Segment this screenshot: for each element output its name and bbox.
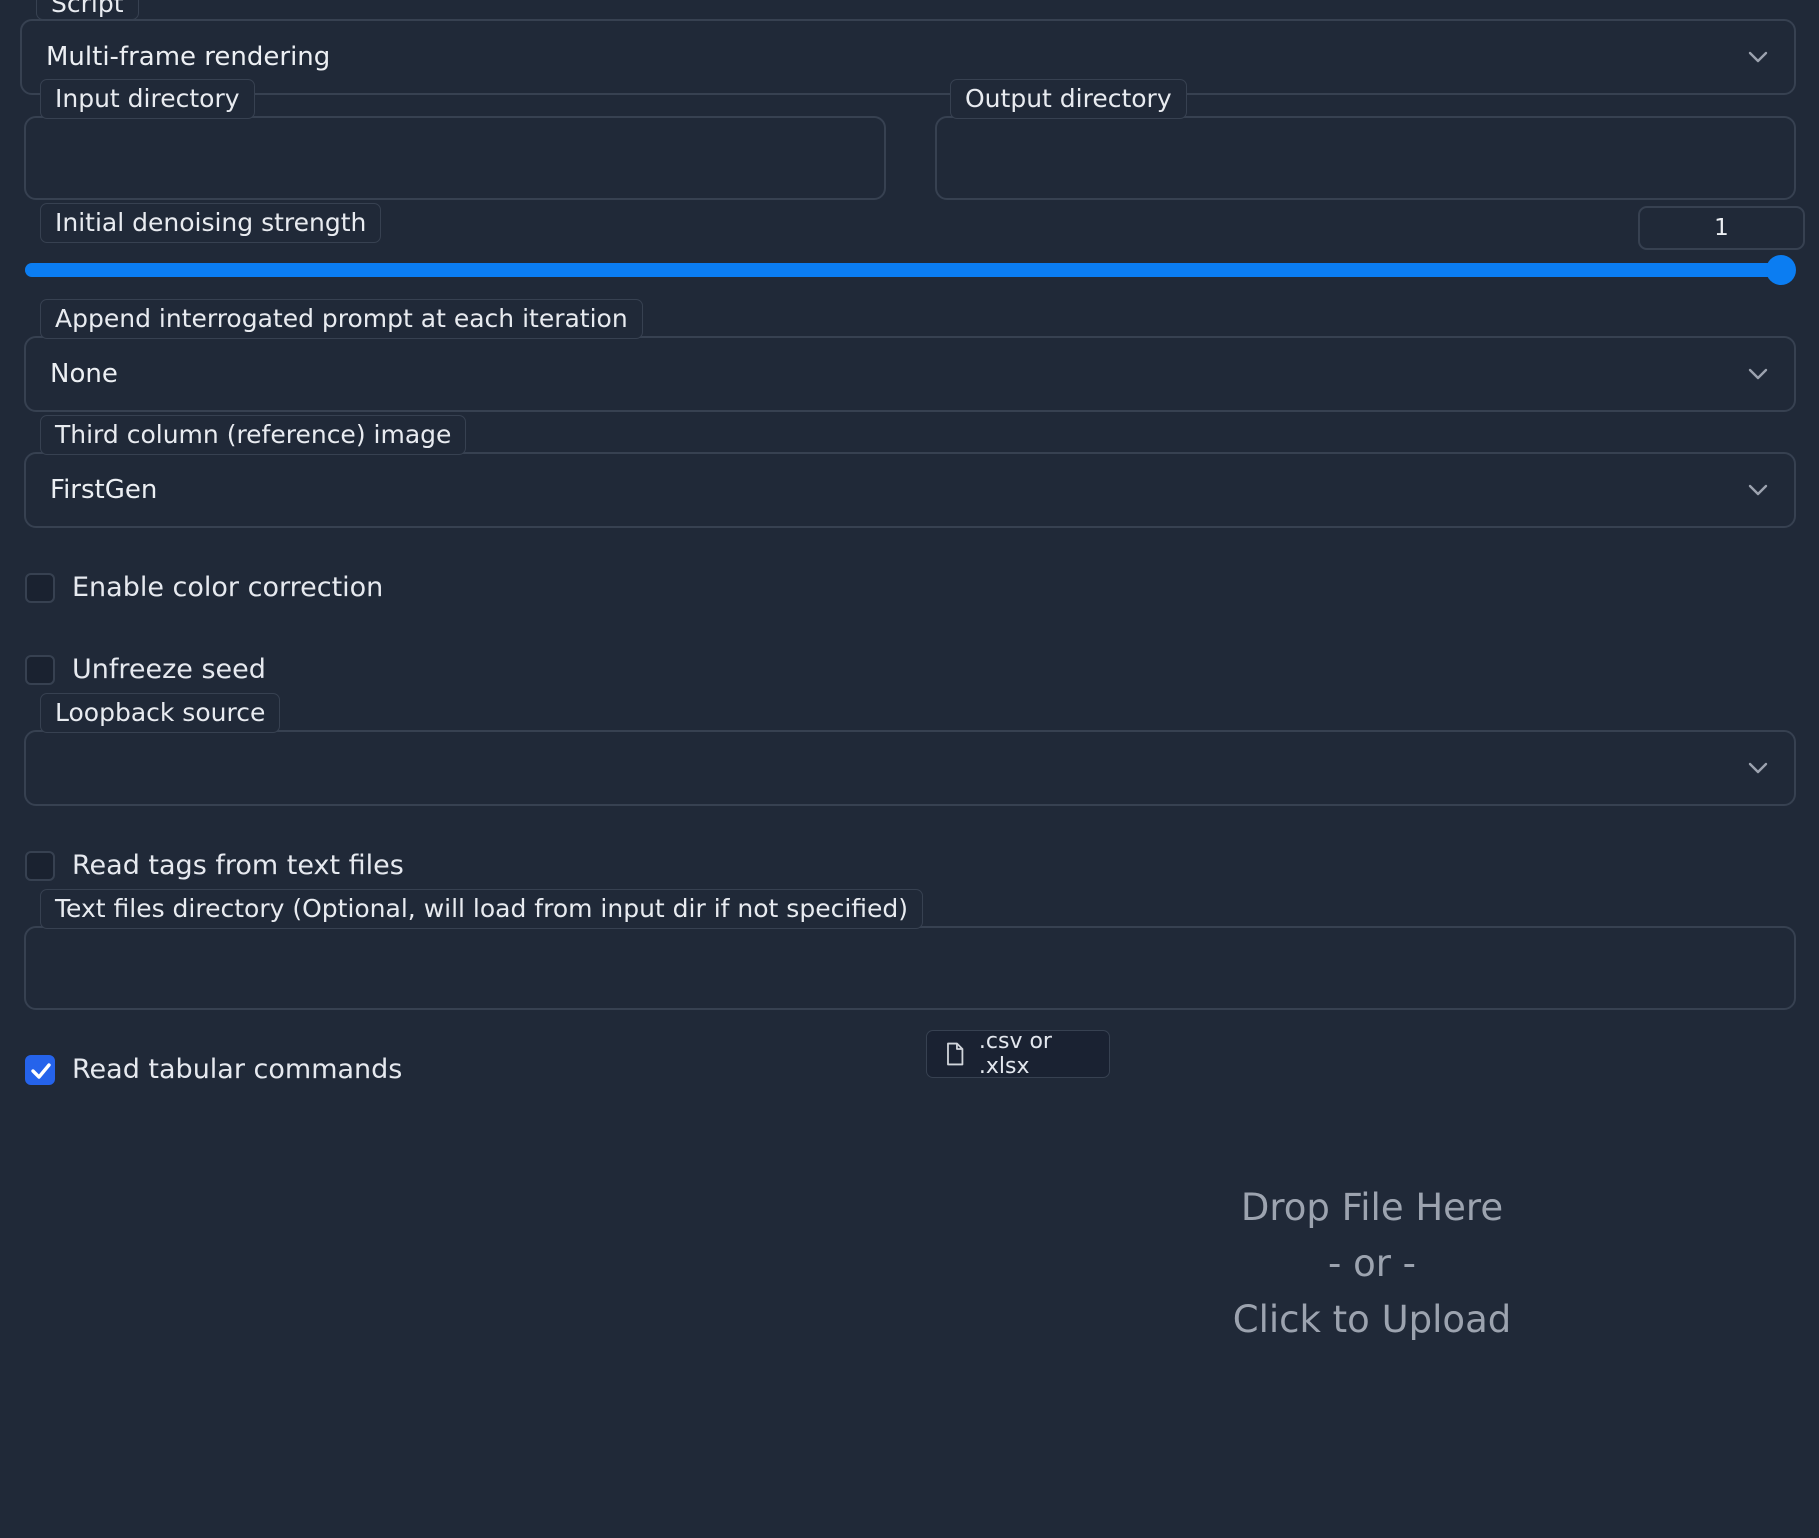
read-tags-checkbox[interactable] [25, 851, 55, 881]
denoising-label: Initial denoising strength [40, 203, 382, 243]
denoising-slider-thumb[interactable] [1766, 255, 1796, 285]
reference-image-label: Third column (reference) image [40, 415, 467, 455]
script-select[interactable]: Multi-frame rendering [20, 19, 1796, 95]
text-files-dir-label: Text files directory (Optional, will loa… [40, 889, 924, 929]
denoising-slider[interactable] [25, 255, 1796, 285]
file-icon [947, 1042, 964, 1066]
loopback-source-select[interactable] [24, 730, 1796, 806]
checkmark-icon [31, 1063, 51, 1079]
chevron-down-icon [1748, 51, 1768, 63]
chevron-down-icon [1748, 762, 1768, 774]
reference-image-select[interactable]: FirstGen [24, 452, 1796, 528]
file-type-badge: .csv or .xlsx [926, 1029, 1110, 1079]
read-tags-label[interactable]: Read tags from text files [72, 849, 404, 883]
reference-image-value: FirstGen [50, 475, 158, 505]
output-directory-field[interactable] [935, 116, 1796, 200]
file-type-text: .csv or .xlsx [978, 1029, 1052, 1079]
append-prompt-value: None [50, 359, 118, 389]
tabular-commands-label[interactable]: Read tabular commands [72, 1053, 402, 1087]
tabular-commands-checkbox[interactable] [25, 1055, 55, 1085]
unfreeze-seed-checkbox[interactable] [25, 655, 55, 685]
page: Script Multi-frame rendering Input direc… [0, 0, 1819, 1538]
append-prompt-label: Append interrogated prompt at each itera… [40, 299, 643, 339]
output-directory-label: Output directory [950, 79, 1187, 119]
input-directory-label: Input directory [40, 79, 255, 119]
loopback-source-label: Loopback source [40, 693, 281, 733]
script-label: Script [36, 0, 139, 20]
drop-text-line1: Drop File Here [1240, 1186, 1504, 1229]
file-drop-zone[interactable]: Drop File Here - or - Click to Upload [1050, 1180, 1694, 1360]
unfreeze-seed-label[interactable]: Unfreeze seed [72, 653, 266, 687]
color-correction-label[interactable]: Enable color correction [72, 571, 383, 605]
denoising-number-input[interactable]: 1 [1638, 206, 1805, 250]
append-prompt-select[interactable]: None [24, 336, 1796, 412]
color-correction-checkbox[interactable] [25, 573, 55, 603]
text-files-dir-field[interactable] [24, 926, 1796, 1010]
drop-text-line2: - or - [1327, 1242, 1417, 1285]
chevron-down-icon [1748, 368, 1768, 380]
drop-text-line3: Click to Upload [1232, 1298, 1512, 1341]
input-directory-field[interactable] [24, 116, 886, 200]
denoising-slider-fill [25, 263, 1781, 277]
chevron-down-icon [1748, 484, 1768, 496]
